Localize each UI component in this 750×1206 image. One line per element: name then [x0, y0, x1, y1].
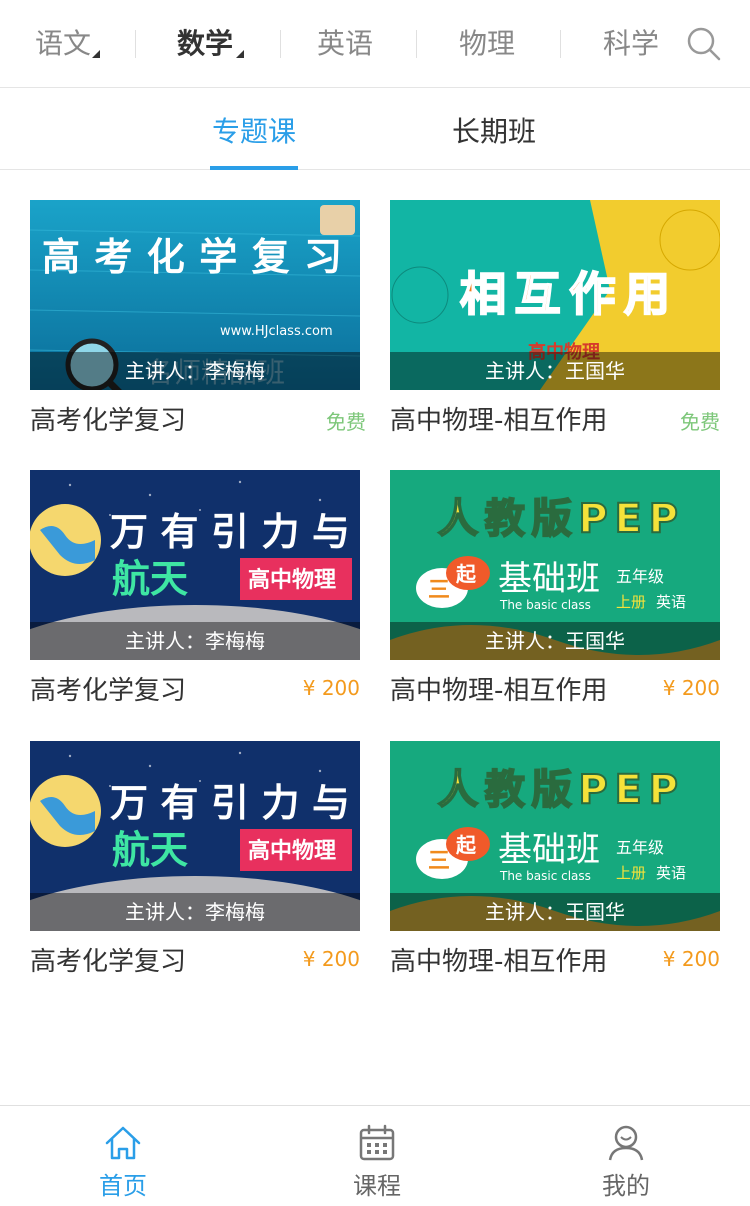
thumb-url: www.HJclass.com: [220, 324, 333, 339]
tab-label: 专题课: [211, 115, 296, 148]
divider: [560, 30, 561, 58]
thumb-title: 万有引力与: [110, 781, 350, 825]
course-price: ¥ 200: [662, 947, 720, 971]
tab-label: 长期班: [451, 115, 536, 148]
course-card[interactable]: 人教版PEP 三 起 基础班 五年级 The basic class 上册 英语…: [390, 741, 726, 977]
lecturer-label: 主讲人：王国华: [390, 352, 720, 390]
course-thumbnail: 人教版PEP 三 起 基础班 五年级 The basic class 上册 英语…: [390, 470, 720, 660]
course-price: 免费: [680, 410, 720, 434]
course-title: 高中物理-相互作用: [390, 676, 608, 706]
calendar-icon: [359, 1124, 395, 1161]
thumb-badge: 起: [455, 562, 477, 586]
subject-label: 科学: [602, 27, 659, 60]
lecturer-label: 主讲人：王国华: [390, 622, 720, 660]
subject-physics[interactable]: 物理: [452, 0, 522, 88]
course-price: ¥ 200: [662, 676, 720, 700]
lecturer-label: 主讲人：王国华: [390, 893, 720, 931]
thumb-subject: 英语: [656, 593, 686, 611]
thumb-badge: 三: [428, 578, 450, 603]
thumb-title: 万有引力与: [110, 510, 350, 554]
course-thumbnail: 人教版PEP 三 起 基础班 五年级 The basic class 上册 英语…: [390, 741, 720, 931]
thumb-english-caption: The basic class: [499, 598, 591, 612]
subject-chinese[interactable]: 语文: [28, 0, 100, 88]
course-thumbnail: 万有引力与 航天 高中物理 主讲人：李梅梅: [30, 741, 360, 931]
divider: [135, 30, 136, 58]
course-thumbnail: 万有引力与 航天 高中物理 主讲人：李梅梅: [30, 470, 360, 660]
hand-illustration: [320, 205, 355, 235]
user-icon: [608, 1125, 644, 1161]
lecturer-label: 主讲人：李梅梅: [30, 893, 360, 931]
nav-mine[interactable]: 我的: [566, 1106, 686, 1206]
course-price: ¥ 200: [302, 947, 360, 971]
thumb-subtitle: 基础班: [498, 830, 600, 870]
nav-home[interactable]: 首页: [63, 1106, 183, 1206]
course-card[interactable]: 万有引力与 航天 高中物理 主讲人：李梅梅 高考化学复习 ¥ 200: [30, 741, 366, 977]
course-title: 高考化学复习: [30, 947, 187, 977]
subject-label: 数学: [176, 27, 233, 60]
subject-bar: 语文 数学 英语 物理 科学: [0, 0, 750, 88]
subject-english[interactable]: 英语: [310, 0, 380, 88]
lecturer-label: 主讲人：李梅梅: [30, 622, 360, 660]
thumb-grade: 五年级: [616, 838, 664, 857]
divider: [280, 30, 281, 58]
nav-label: 课程: [353, 1172, 401, 1200]
thumb-tag: 高中物理: [248, 567, 336, 593]
course-title: 高中物理-相互作用: [390, 406, 608, 436]
thumb-term: 上册: [616, 864, 646, 882]
subject-math[interactable]: 数学: [170, 0, 244, 88]
thumb-subtitle: 基础班: [498, 559, 600, 599]
search-icon[interactable]: [686, 26, 722, 62]
thumb-badge: 三: [428, 849, 450, 874]
tab-long-term-class[interactable]: 长期班: [440, 88, 548, 170]
active-tab-indicator: [210, 166, 298, 170]
tab-topic-course[interactable]: 专题课: [200, 88, 308, 170]
thumb-term: 上册: [616, 593, 646, 611]
thumb-badge: 起: [455, 833, 477, 857]
course-thumbnail: 高考化学复习 www.HJclass.com 名师精品班 主讲人：李梅梅: [30, 200, 360, 390]
course-title: 高中物理-相互作用: [390, 947, 608, 977]
nav-label: 我的: [602, 1172, 650, 1200]
thumb-english-caption: The basic class: [499, 869, 591, 883]
thumb-tag: 高中物理: [248, 838, 336, 864]
divider: [416, 30, 417, 58]
nav-courses[interactable]: 课程: [317, 1106, 437, 1206]
course-card[interactable]: 人教版PEP 三 起 基础班 五年级 The basic class 上册 英语…: [390, 470, 726, 706]
lecturer-label: 主讲人：李梅梅: [30, 352, 360, 390]
course-price: ¥ 200: [302, 676, 360, 700]
subject-label: 英语: [316, 27, 373, 60]
dropdown-caret-icon: [236, 50, 244, 58]
course-type-tabs: 专题课 长期班: [0, 88, 750, 170]
bottom-nav: 首页 课程 我的: [0, 1105, 750, 1206]
course-title: 高考化学复习: [30, 676, 187, 706]
course-title: 高考化学复习: [30, 406, 187, 436]
nav-label: 首页: [99, 1172, 147, 1200]
course-card[interactable]: 相互作用 高中物理 主讲人：王国华 高中物理-相互作用 免费: [390, 200, 726, 436]
thumb-grade: 五年级: [616, 567, 664, 586]
course-card[interactable]: 高考化学复习 www.HJclass.com 名师精品班 主讲人：李梅梅 高考化…: [30, 200, 366, 436]
course-card[interactable]: 万有引力与 航天 高中物理 主讲人：李梅梅 高考化学复习 ¥ 200: [30, 470, 366, 706]
course-thumbnail: 相互作用 高中物理 主讲人：王国华: [390, 200, 720, 390]
subject-label: 物理: [458, 27, 515, 60]
subject-science[interactable]: 科学: [596, 0, 666, 88]
thumb-subtitle: 航天: [112, 557, 188, 601]
thumb-subtitle: 航天: [112, 828, 188, 872]
thumb-subject: 英语: [656, 864, 686, 882]
home-icon: [105, 1126, 141, 1160]
dropdown-caret-icon: [92, 50, 100, 58]
course-price: 免费: [326, 410, 366, 434]
subject-label: 语文: [34, 27, 91, 60]
